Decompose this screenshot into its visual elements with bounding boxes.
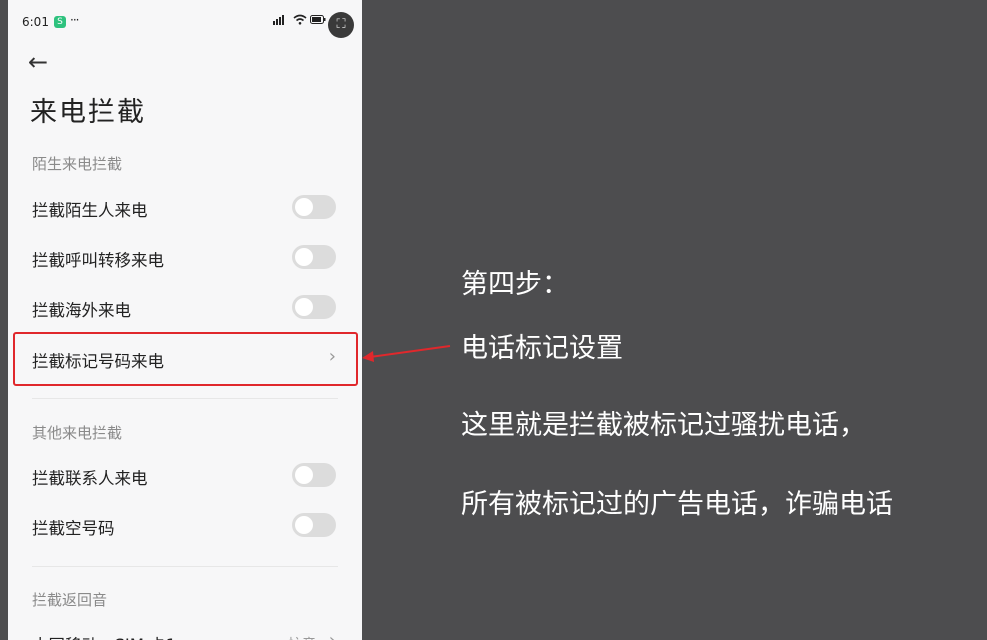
status-bar: 6:01 S ··· ⛶	[8, 0, 362, 40]
divider	[32, 566, 338, 567]
row-sim-ringback[interactable]: 中国移动 - SIM 卡1 忙音 ›	[8, 618, 362, 640]
row-block-forwarded[interactable]: 拦截呼叫转移来电	[8, 233, 362, 281]
signal-icon	[273, 15, 284, 25]
toggle-switch[interactable]	[292, 513, 336, 537]
caption-line2: 这里就是拦截被标记过骚扰电话，	[461, 410, 866, 441]
divider	[32, 398, 338, 399]
chevron-right-icon: ›	[329, 630, 336, 640]
caption-step: 第四步：	[461, 269, 569, 300]
section-header-other: 其他来电拦截	[32, 424, 123, 442]
row-label: 拦截陌生人来电	[32, 201, 148, 220]
row-value: 忙音	[288, 634, 316, 640]
row-label: 拦截呼叫转移来电	[32, 251, 164, 270]
toggle-switch[interactable]	[292, 245, 336, 269]
toggle-switch[interactable]	[292, 463, 336, 487]
phone-screenshot: 6:01 S ··· ⛶ ← 来电拦截 陌生来电拦截 拦截陌生人来电 拦截呼叫转…	[8, 0, 362, 640]
toggle-knob	[295, 248, 313, 266]
row-label: 拦截海外来电	[32, 301, 131, 320]
row-block-strangers[interactable]: 拦截陌生人来电	[8, 183, 362, 231]
row-block-contacts[interactable]: 拦截联系人来电	[8, 451, 362, 499]
row-label: 拦截空号码	[32, 519, 115, 538]
more-notifications: ···	[70, 13, 80, 27]
highlight-box	[13, 332, 358, 386]
status-icons	[273, 14, 326, 28]
page-title: 来电拦截	[30, 97, 146, 128]
row-label: 中国移动 - SIM 卡1	[32, 632, 176, 640]
row-block-empty-numbers[interactable]: 拦截空号码	[8, 501, 362, 549]
back-arrow-icon[interactable]: ←	[28, 48, 48, 76]
caption-line1: 电话标记设置	[461, 333, 623, 364]
row-label: 拦截联系人来电	[32, 469, 148, 488]
toggle-knob	[295, 516, 313, 534]
scan-icon[interactable]: ⛶	[328, 12, 354, 38]
caption-line3: 所有被标记过的广告电话，诈骗电话	[461, 489, 893, 520]
status-time: 6:01	[22, 15, 49, 29]
toggle-switch[interactable]	[292, 295, 336, 319]
left-border	[0, 0, 8, 640]
section-header-ringback: 拦截返回音	[32, 591, 108, 609]
red-arrow-icon	[362, 345, 451, 362]
wifi-icon	[292, 14, 307, 25]
app-badge-icon: S	[54, 16, 66, 28]
section-header-stranger: 陌生来电拦截	[32, 155, 123, 173]
toggle-knob	[295, 466, 313, 484]
toggle-knob	[295, 198, 313, 216]
battery-icon	[310, 15, 326, 24]
toggle-switch[interactable]	[292, 195, 336, 219]
row-block-overseas[interactable]: 拦截海外来电	[8, 283, 362, 331]
toggle-knob	[295, 298, 313, 316]
